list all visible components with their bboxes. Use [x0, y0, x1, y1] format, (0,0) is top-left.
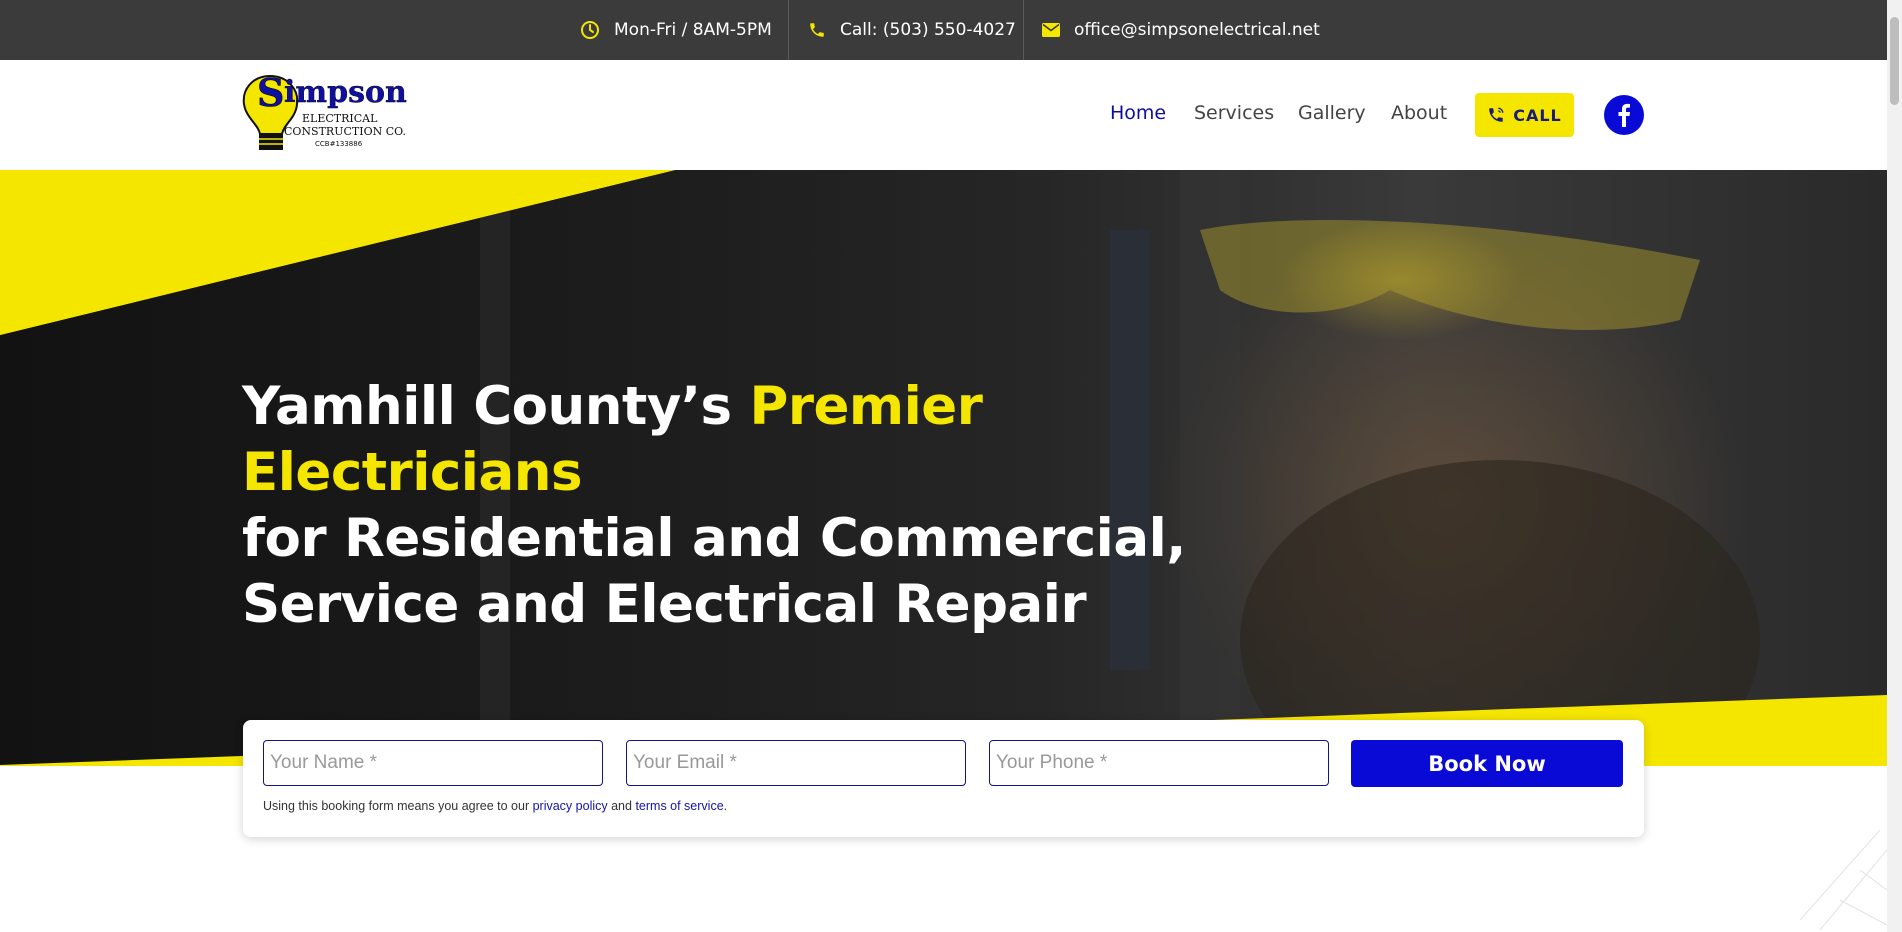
hero-section: Yamhill County’s Premier Electricians fo… [0, 170, 1887, 770]
phone-icon [810, 23, 824, 37]
phone-ring-icon [1489, 107, 1504, 122]
phone-text: Call: (503) 550-4027 [840, 20, 1016, 40]
logo-ccb: CCB#133886 [315, 140, 363, 148]
hours-text: Mon-Fri / 8AM-5PM [614, 20, 772, 40]
booking-disclaimer: Using this booking form means you agree … [263, 799, 727, 813]
logo-line2: CONSTRUCTION CO. [284, 125, 406, 138]
site-logo[interactable]: S impson ELECTRICAL CONSTRUCTION CO. CCB… [242, 70, 412, 158]
top-info-bar: Mon-Fri / 8AM-5PM Call: (503) 550-4027 o… [0, 0, 1887, 60]
logo-name: impson [284, 75, 407, 110]
topbar-divider [1023, 0, 1024, 60]
email-link[interactable]: office@simpsonelectrical.net [1042, 0, 1320, 60]
page-scrollbar[interactable] [1887, 0, 1902, 932]
logo-bulb-icon: S impson ELECTRICAL CONSTRUCTION CO. CCB… [242, 70, 407, 150]
topbar-divider [788, 0, 789, 60]
nav-services[interactable]: Services [1194, 102, 1274, 124]
disclaimer-and: and [607, 799, 636, 813]
facebook-icon [1618, 103, 1630, 127]
email-input[interactable] [626, 740, 966, 786]
clock-icon [581, 21, 599, 39]
disclaimer-period: . [723, 799, 728, 813]
nav-about[interactable]: About [1391, 102, 1447, 124]
disclaimer-prefix: Using this booking form means you agree … [263, 799, 533, 813]
svg-text:S: S [257, 72, 284, 115]
scrollbar-thumb[interactable] [1890, 17, 1899, 105]
logo-line1: ELECTRICAL [302, 112, 378, 125]
privacy-policy-link[interactable]: privacy policy [533, 799, 608, 813]
email-text: office@simpsonelectrical.net [1074, 20, 1320, 40]
name-input[interactable] [263, 740, 603, 786]
booking-form: Book Now Using this booking form means y… [243, 720, 1644, 837]
facebook-button[interactable] [1604, 95, 1644, 135]
hours-info: Mon-Fri / 8AM-5PM [580, 0, 772, 60]
headline-part1: Yamhill County’s [242, 376, 750, 437]
hero-headline: Yamhill County’s Premier Electricians fo… [242, 374, 1242, 638]
site-header: S impson ELECTRICAL CONSTRUCTION CO. CCB… [0, 60, 1887, 170]
nav-home[interactable]: Home [1110, 102, 1166, 124]
call-button[interactable]: CALL [1475, 93, 1574, 137]
book-now-button[interactable]: Book Now [1351, 740, 1623, 787]
nav-gallery[interactable]: Gallery [1298, 102, 1366, 124]
headline-line3: Service and Electrical Repair [242, 574, 1087, 635]
headline-line2: for Residential and Commercial, [242, 508, 1186, 569]
terms-of-service-link[interactable]: terms of service [635, 799, 723, 813]
mail-icon [1042, 23, 1060, 37]
phone-link[interactable]: Call: (503) 550-4027 [808, 0, 1016, 60]
phone-input[interactable] [989, 740, 1329, 786]
decorative-lineart [1799, 830, 1887, 931]
call-button-label: CALL [1513, 105, 1562, 125]
